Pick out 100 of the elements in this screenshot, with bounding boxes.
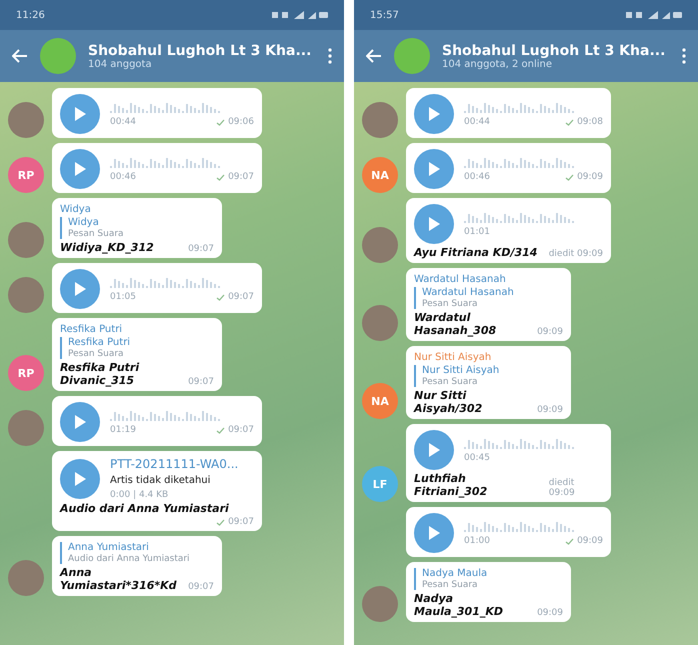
sender-name: Widya: [60, 204, 92, 215]
message-time: 09:08: [577, 117, 603, 127]
message-text: Wardatul Hasanah_308: [414, 311, 498, 337]
check-icon: [565, 118, 574, 126]
message-text: Nadya Maula_301_KD: [414, 592, 504, 618]
message-time: 09:09: [537, 405, 563, 415]
avatar-photo[interactable]: [362, 586, 398, 622]
waveform-icon: [110, 156, 220, 168]
play-button[interactable]: [60, 149, 100, 189]
message-time: 09:07: [188, 582, 214, 592]
avatar-photo[interactable]: [8, 410, 44, 446]
play-icon: [427, 525, 441, 541]
quote-text: Pesan Suara: [422, 299, 479, 309]
member-count: 104 anggota, 2 online: [442, 58, 552, 70]
status-time: 11:26: [16, 10, 45, 20]
play-button[interactable]: [60, 94, 100, 134]
avatar[interactable]: LF: [362, 466, 398, 502]
quoted-message[interactable]: Nur Sitti Aisyah Pesan Suara: [414, 365, 563, 387]
message-time: diedit 09:09: [548, 249, 603, 259]
menu-icon[interactable]: [328, 48, 332, 64]
play-icon: [427, 216, 441, 232]
quoted-message[interactable]: Resfika Putri Pesan Suara: [60, 337, 214, 359]
message-time: 09:09: [577, 172, 603, 182]
avatar-photo[interactable]: [8, 102, 44, 138]
waveform-icon: [464, 437, 574, 449]
avatar[interactable]: RP: [8, 157, 44, 193]
message-time: 09:07: [228, 425, 254, 435]
quote-text: Pesan Suara: [422, 377, 479, 387]
group-title[interactable]: Shobahul Lughoh Lt 3 Kha...: [88, 42, 316, 58]
quote-text: Audio dari Anna Yumiastari: [68, 554, 191, 564]
quoted-message[interactable]: Anna Yumiastari Audio dari Anna Yumiastari: [60, 542, 214, 564]
check-icon: [216, 118, 226, 126]
waveform-icon: [464, 211, 574, 223]
quoted-message[interactable]: Nadya Maula Pesan Suara: [414, 568, 563, 590]
quote-title: Nur Sitti Aisyah: [422, 365, 500, 376]
avatar-photo[interactable]: [8, 277, 44, 313]
avatar[interactable]: RP: [8, 355, 44, 391]
quote-title: Nadya Maula: [422, 568, 488, 579]
play-icon: [427, 442, 441, 458]
voice-duration: 01:01: [464, 227, 491, 237]
sender-name: Wardatul Hasanah: [414, 274, 507, 285]
message-caption: Audio dari Anna Yumiastari: [60, 502, 230, 515]
voice-duration: 00:46: [110, 172, 136, 182]
play-icon: [73, 414, 87, 430]
play-button[interactable]: [60, 402, 100, 442]
avatar-photo[interactable]: [362, 102, 398, 138]
check-icon: [216, 174, 226, 180]
play-icon: [73, 281, 87, 297]
message-time: 09:07: [188, 377, 214, 387]
message-time: 09:07: [228, 292, 254, 302]
voice-duration: 01:05: [110, 292, 136, 302]
message-text: Anna Yumiastari*316*Kd: [60, 566, 178, 592]
sender-name: Resfika Putri: [60, 324, 124, 335]
status-icons: [626, 10, 682, 20]
play-button[interactable]: [414, 149, 454, 189]
check-icon: [565, 174, 574, 180]
check-icon: [565, 538, 574, 544]
quote-title: Resfika Putri: [68, 337, 132, 348]
back-arrow-icon[interactable]: [366, 49, 382, 63]
play-button[interactable]: [60, 269, 100, 309]
quote-text: Pesan Suara: [68, 229, 125, 239]
file-artist: Artis tidak diketahui: [110, 475, 212, 486]
message-time: diedit 09:09: [548, 478, 576, 498]
avatar[interactable]: NA: [362, 383, 398, 419]
quoted-message[interactable]: Wardatul Hasanah Pesan Suara: [414, 287, 563, 309]
menu-icon[interactable]: [682, 48, 686, 64]
waveform-icon: [464, 156, 574, 168]
voice-duration: 00:44: [110, 117, 136, 127]
waveform-icon: [110, 101, 220, 113]
quoted-message[interactable]: Widya Pesan Suara: [60, 217, 214, 239]
message-time: 09:09: [537, 608, 563, 618]
back-arrow-icon[interactable]: [12, 49, 28, 63]
group-title[interactable]: Shobahul Lughoh Lt 3 Kha...: [442, 42, 670, 58]
play-icon: [73, 161, 87, 177]
play-button[interactable]: [414, 430, 454, 470]
voice-duration: 01:19: [110, 425, 136, 435]
avatar-photo[interactable]: [362, 305, 398, 341]
check-icon: [216, 294, 226, 300]
message-time: 09:07: [228, 172, 254, 182]
waveform-icon: [464, 101, 574, 113]
sender-name: Nur Sitti Aisyah: [414, 352, 492, 363]
avatar-photo[interactable]: [362, 227, 398, 263]
message-text: Widiya_KD_312: [60, 241, 154, 254]
play-button[interactable]: [60, 458, 100, 498]
avatar-photo[interactable]: [8, 560, 44, 596]
play-button[interactable]: [414, 94, 454, 134]
message-time: 09:06: [228, 117, 254, 127]
avatar[interactable]: NA: [362, 157, 398, 193]
group-avatar[interactable]: [394, 38, 430, 74]
voice-duration: 00:46: [464, 172, 490, 182]
quote-title: Widya: [68, 217, 100, 228]
play-button[interactable]: [414, 204, 454, 244]
play-icon: [73, 470, 87, 486]
status-time: 15:57: [370, 10, 399, 20]
play-icon: [73, 106, 87, 122]
play-button[interactable]: [414, 513, 454, 553]
member-count: 104 anggota: [88, 58, 153, 70]
avatar-photo[interactable]: [8, 222, 44, 258]
message-time: 09:07: [188, 244, 214, 254]
group-avatar[interactable]: [40, 38, 76, 74]
